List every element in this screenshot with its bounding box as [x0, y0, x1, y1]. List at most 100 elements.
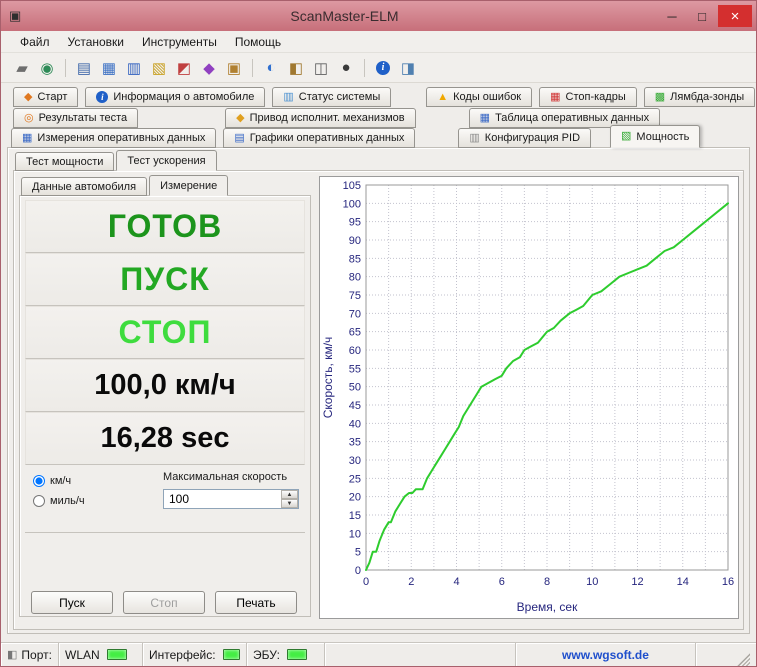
ready-label: ГОТОВ: [107, 208, 223, 244]
tab-pid-config[interactable]: ▥ Конфигурация PID: [458, 128, 592, 148]
tab-label: Привод исполнит. механизмов: [249, 112, 405, 124]
max-speed-group: Максимальная скорость ▲ ▼: [163, 471, 301, 509]
website-link[interactable]: www.wgsoft.de: [562, 648, 649, 662]
tab-test-results[interactable]: ◎ Результаты теста: [13, 108, 139, 128]
device-icon[interactable]: ◫: [310, 57, 332, 79]
radio-mph[interactable]: миль/ч: [33, 495, 85, 507]
menu-file[interactable]: Файл: [11, 33, 59, 51]
tab-measurement[interactable]: Измерение: [149, 175, 229, 196]
tab-vehicle-info[interactable]: i Информация о автомобиле: [85, 87, 266, 107]
tab-power-test[interactable]: Тест мощности: [15, 152, 115, 171]
plug-icon[interactable]: ▰: [11, 57, 33, 79]
tab-label: Коды ошибок: [453, 91, 522, 103]
subtab-bar: Тест мощности Тест ускорения: [15, 150, 217, 171]
freeze-frames-tab-icon: ▦: [550, 90, 561, 103]
warning-icon: ▲: [437, 90, 449, 103]
kmh-radio-label: км/ч: [50, 475, 72, 487]
ecu-segment: ЭБУ:: [247, 643, 325, 666]
svg-text:0: 0: [363, 576, 369, 588]
tab-row-3: ▦ Измерения оперативных данных ▤ Графики…: [11, 125, 748, 148]
module-icon[interactable]: ◨: [397, 57, 419, 79]
svg-text:95: 95: [349, 217, 361, 229]
svg-text:Время, сек: Время, сек: [517, 600, 578, 614]
tab-vehicle-data[interactable]: Данные автомобиля: [21, 177, 148, 196]
print-button[interactable]: Печать: [215, 591, 297, 614]
tab-acceleration-test[interactable]: Тест ускорения: [116, 150, 217, 171]
svg-text:70: 70: [349, 308, 361, 320]
resize-grip[interactable]: [736, 652, 750, 666]
svg-text:105: 105: [343, 180, 361, 192]
mph-radio-input[interactable]: [33, 495, 45, 507]
tab-lambda-sensors[interactable]: ▩ Лямбда-зонды: [643, 87, 756, 107]
tools-icon[interactable]: ◧: [285, 57, 307, 79]
port-label: Порт:: [21, 647, 52, 662]
spinner-up-icon[interactable]: ▲: [281, 490, 298, 499]
tab-row-1: ◆ Старт i Информация о автомобиле ▥ Стат…: [13, 87, 756, 107]
info-icon-glyph: i: [376, 60, 390, 75]
svg-text:6: 6: [499, 576, 505, 588]
stop-button[interactable]: Стоп: [123, 591, 205, 614]
statusbar: ◧ Порт: WLAN Интерфейс: ЭБУ: www.wgsoft.…: [1, 642, 756, 666]
svg-text:14: 14: [677, 576, 689, 588]
menu-settings[interactable]: Установки: [59, 33, 133, 51]
tab-system-status[interactable]: ▥ Статус системы: [272, 87, 392, 107]
readout-stack: ГОТОВ ПУСК СТОП 100,0 км/ч 16,28 sec: [25, 200, 305, 465]
chat-icon[interactable]: ◐: [260, 57, 282, 79]
menu-tools[interactable]: Инструменты: [133, 33, 226, 51]
wlan-label: WLAN: [65, 647, 100, 662]
table-icon[interactable]: ▦: [98, 57, 120, 79]
maximize-button[interactable]: □: [688, 5, 716, 27]
window-title: ScanMaster-ELM: [290, 8, 399, 24]
minimize-button[interactable]: ─: [658, 5, 686, 27]
tab-label: Мощность: [636, 130, 690, 143]
chart-icon[interactable]: ◩: [173, 57, 195, 79]
tab-start[interactable]: ◆ Старт: [13, 87, 79, 107]
tab-label: Информация о автомобиле: [113, 91, 255, 103]
tab-live-data-measure[interactable]: ▦ Измерения оперативных данных: [11, 128, 217, 148]
speed-chart: 0 2 4 6 8 10 12 14 16 0 5 10 15 20 25 30 35 40 45 50 55 60 65 7…: [319, 176, 739, 619]
live-data-graphs-tab-icon: ▤: [234, 131, 245, 144]
svg-text:85: 85: [349, 253, 361, 265]
disc-icon[interactable]: ●: [335, 57, 357, 79]
info-icon[interactable]: i: [372, 57, 394, 79]
app-window: ▣ ScanMaster-ELM ─ □ × Файл Установки Ин…: [0, 0, 757, 667]
interface-label: Интерфейс:: [149, 647, 216, 662]
status-spacer: [325, 643, 516, 666]
menu-help[interactable]: Помощь: [226, 33, 290, 51]
menubar: Файл Установки Инструменты Помощь: [1, 31, 756, 53]
radio-kmh[interactable]: км/ч: [33, 475, 85, 487]
max-speed-label: Максимальная скорость: [163, 471, 288, 483]
interface-led: [222, 649, 240, 660]
tab-actuator-drive[interactable]: ◆ Привод исполнит. механизмов: [225, 108, 416, 128]
tab-freeze-frames[interactable]: ▦ Стоп-кадры: [539, 87, 637, 107]
start-tab-icon: ◆: [24, 90, 33, 103]
spinner-down-icon[interactable]: ▼: [281, 499, 298, 508]
doc-icon[interactable]: ▤: [73, 57, 95, 79]
svg-text:20: 20: [349, 492, 361, 504]
kmh-radio-input[interactable]: [33, 475, 45, 487]
units-radio-group: км/ч миль/ч: [33, 475, 85, 507]
tab-live-data-graphs[interactable]: ▤ Графики оперативных данных: [223, 128, 416, 148]
close-button[interactable]: ×: [718, 5, 752, 27]
innertab-bar: Данные автомобиля Измерение: [21, 175, 229, 196]
max-speed-spinner: ▲ ▼: [163, 489, 299, 509]
titlebar[interactable]: ▣ ScanMaster-ELM ─ □ ×: [1, 1, 756, 31]
tab-error-codes[interactable]: ▲ Коды ошибок: [426, 87, 533, 107]
svg-text:10: 10: [586, 576, 598, 588]
gauge-icon[interactable]: ◆: [198, 57, 220, 79]
monitor-icon[interactable]: ▥: [123, 57, 145, 79]
svg-text:35: 35: [349, 437, 361, 449]
ecu-led: [286, 649, 307, 660]
tab-label: Измерения оперативных данных: [37, 132, 206, 144]
svg-text:10: 10: [349, 528, 361, 540]
svg-text:80: 80: [349, 272, 361, 284]
note-icon[interactable]: ▣: [223, 57, 245, 79]
system-status-tab-icon: ▥: [283, 90, 294, 103]
globe-icon[interactable]: ◉: [36, 57, 58, 79]
start-button[interactable]: Пуск: [31, 591, 113, 614]
report-icon[interactable]: ▧: [148, 57, 170, 79]
tab-power[interactable]: ▧ Мощность: [610, 125, 701, 148]
actuator-tab-icon: ◆: [236, 111, 245, 124]
max-speed-input[interactable]: [164, 490, 281, 508]
svg-text:12: 12: [631, 576, 643, 588]
